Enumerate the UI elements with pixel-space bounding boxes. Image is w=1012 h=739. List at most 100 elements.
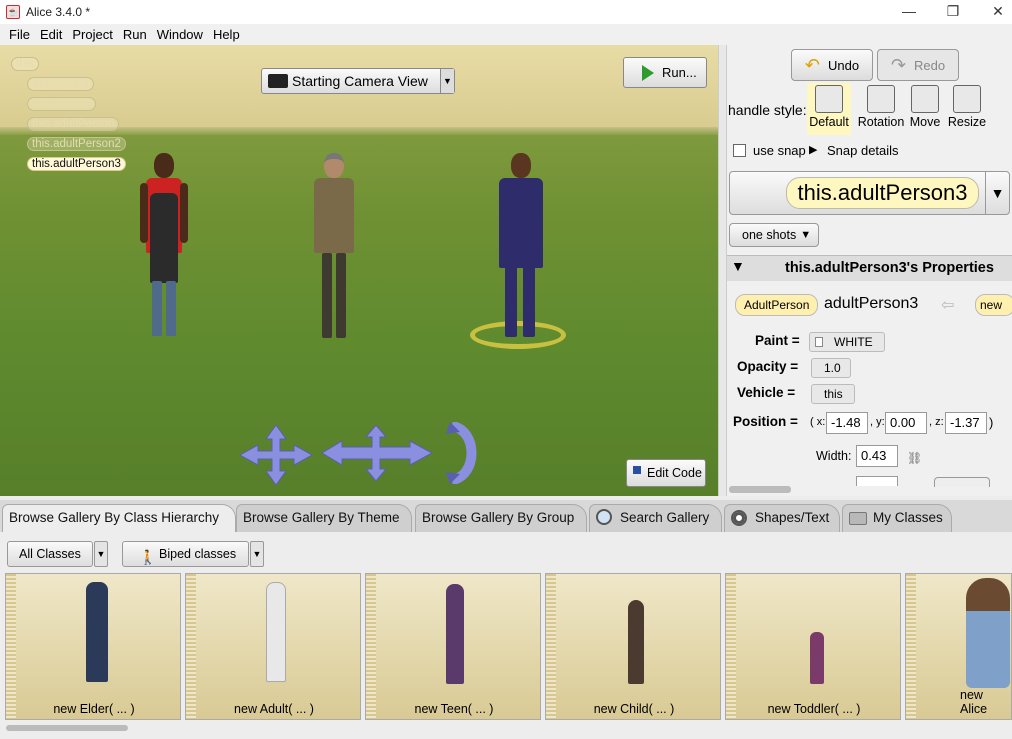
undo-button[interactable]: ↶ Undo bbox=[791, 49, 873, 81]
selected-object-select[interactable]: this.adultPerson3 ▼ bbox=[729, 171, 1010, 215]
collapse-triangle-icon: ▼ bbox=[731, 258, 745, 274]
gallery-hscrollbar[interactable] bbox=[6, 725, 128, 731]
paint-value-tile[interactable]: WHITE bbox=[809, 332, 885, 352]
menu-run[interactable]: Run bbox=[118, 27, 152, 42]
alice-window: ☕ Alice 3.4.0 * — ❐ ✕ File Edit Project … bbox=[0, 0, 1012, 739]
rotation-handle-icon bbox=[867, 85, 895, 113]
handle-style-label: handle style: bbox=[728, 102, 807, 118]
run-button[interactable]: Run... bbox=[623, 57, 707, 88]
properties-hscrollbar[interactable] bbox=[729, 486, 791, 493]
close-button[interactable]: ✕ bbox=[975, 0, 1012, 24]
expand-triangle-icon[interactable]: ▶ bbox=[809, 143, 817, 156]
tab-search-gallery[interactable]: Search Gallery bbox=[589, 504, 722, 532]
adult-person3-figure[interactable] bbox=[495, 153, 547, 343]
play-icon bbox=[642, 64, 654, 81]
gallery-card-alice[interactable]: new Alice bbox=[905, 573, 1012, 720]
edit-code-button[interactable]: Edit Code bbox=[626, 459, 706, 487]
split-pane-divider[interactable] bbox=[718, 45, 727, 496]
pos-suffix: ) bbox=[989, 415, 994, 430]
search-icon bbox=[596, 509, 612, 525]
menu-bar: File Edit Project Run Window Help bbox=[0, 24, 1012, 45]
move-horizontal-handle-icon[interactable] bbox=[236, 424, 316, 486]
properties-header[interactable]: ▼ this.adultPerson3's Properties bbox=[727, 255, 1012, 281]
scene-tree-ground[interactable]: this.ground bbox=[27, 77, 94, 91]
adult-person-figure[interactable] bbox=[138, 153, 198, 343]
width-field[interactable]: 0.43 bbox=[856, 445, 898, 467]
maximize-button[interactable]: ❐ bbox=[930, 0, 976, 24]
opacity-value-tile[interactable]: 1.0 bbox=[811, 358, 851, 378]
gallery-panel: Browse Gallery By Class Hierarchy Browse… bbox=[0, 496, 1012, 739]
tab-class-hierarchy[interactable]: Browse Gallery By Class Hierarchy bbox=[2, 504, 236, 532]
all-classes-select[interactable]: All Classes ▼ bbox=[7, 541, 108, 567]
position-label: Position = bbox=[733, 414, 798, 429]
pos-x-prefix: ( x: bbox=[810, 416, 826, 428]
shape-icon bbox=[731, 510, 747, 526]
handle-style-move-label: Move bbox=[909, 115, 941, 129]
elder-thumbnail bbox=[86, 582, 108, 682]
gallery-card-elder[interactable]: new Elder( ... ) bbox=[5, 573, 181, 720]
scene-tree-adultperson3[interactable]: this.adultPerson3 bbox=[27, 157, 126, 171]
new-tile[interactable]: new bbox=[975, 294, 1012, 316]
adult-person2-figure[interactable] bbox=[310, 153, 360, 343]
menu-edit[interactable]: Edit bbox=[35, 27, 67, 42]
chevron-down-icon: ▼ bbox=[440, 69, 454, 93]
biped-classes-select[interactable]: 🚶 Biped classes ▼ bbox=[122, 541, 264, 567]
gallery-card-teen[interactable]: new Teen( ... ) bbox=[365, 573, 541, 720]
object-name: adultPerson3 bbox=[824, 295, 919, 312]
scene-tree-camera[interactable]: this.camera bbox=[27, 97, 97, 111]
gallery-card-adult[interactable]: new Adult( ... ) bbox=[185, 573, 361, 720]
handle-style-resize-label: Resize bbox=[947, 115, 987, 129]
position-z-field[interactable]: -1.37 bbox=[945, 412, 987, 434]
width-label: Width: bbox=[816, 449, 852, 463]
pos-z-prefix: , z: bbox=[929, 416, 944, 428]
class-tile[interactable]: AdultPerson bbox=[735, 294, 819, 316]
minimize-button[interactable]: — bbox=[886, 0, 932, 24]
link-icon[interactable]: ⛓ bbox=[907, 451, 922, 465]
child-thumbnail bbox=[628, 600, 644, 684]
snap-details-label[interactable]: Snap details bbox=[827, 143, 899, 158]
position-x-field[interactable]: -1.48 bbox=[826, 412, 868, 434]
scene-tree-this[interactable]: this bbox=[11, 57, 39, 71]
handle-style-default[interactable]: Default bbox=[807, 83, 851, 135]
redo-button[interactable]: ↷ Redo bbox=[877, 49, 959, 81]
gallery-card-toddler[interactable]: new Toddler( ... ) bbox=[725, 573, 901, 720]
vehicle-label: Vehicle = bbox=[737, 385, 796, 400]
tab-shapes-text[interactable]: Shapes/Text bbox=[724, 504, 840, 532]
tab-theme[interactable]: Browse Gallery By Theme bbox=[236, 504, 412, 532]
chevron-down-icon: ▼ bbox=[94, 541, 108, 567]
menu-file[interactable]: File bbox=[4, 27, 35, 42]
move-handle-icon bbox=[911, 85, 939, 113]
height-field[interactable] bbox=[856, 476, 898, 486]
scene-view[interactable]: this this.ground this.camera this.adultP… bbox=[0, 45, 718, 496]
tab-my-classes[interactable]: My Classes bbox=[842, 504, 952, 532]
menu-project[interactable]: Project bbox=[67, 27, 117, 42]
gallery-card-label: new Child( ... ) bbox=[593, 702, 675, 716]
one-shots-button[interactable]: one shots ▼ bbox=[729, 223, 819, 247]
use-snap-checkbox[interactable] bbox=[733, 144, 746, 157]
all-classes-label: All Classes bbox=[19, 547, 81, 561]
handle-style-move[interactable]: Move bbox=[903, 83, 947, 135]
gallery-card-child[interactable]: new Child( ... ) bbox=[545, 573, 721, 720]
scene-tree-adultperson2[interactable]: this.adultPerson2 bbox=[27, 137, 126, 151]
handle-style-rotation[interactable]: Rotation bbox=[857, 83, 905, 135]
menu-window[interactable]: Window bbox=[152, 27, 208, 42]
reset-size-button[interactable] bbox=[934, 477, 990, 487]
left-arrow-icon: ⇦ bbox=[941, 297, 955, 314]
tab-shapes-text-label: Shapes/Text bbox=[755, 510, 830, 525]
scene-tree-adultperson[interactable]: this.adultPerson bbox=[27, 117, 120, 131]
properties-panel: ↶ Undo ↷ Redo handle style: Default Rota… bbox=[727, 45, 1012, 496]
camera-view-select[interactable]: Starting Camera View ▼ bbox=[261, 68, 455, 94]
handle-style-rotation-label: Rotation bbox=[857, 115, 905, 129]
move-vertical-handle-icon[interactable] bbox=[320, 424, 434, 482]
menu-help[interactable]: Help bbox=[208, 27, 245, 42]
redo-label: Redo bbox=[914, 57, 946, 73]
rotate-handle-icon[interactable] bbox=[444, 421, 478, 485]
person-icon: 🚶 bbox=[139, 549, 157, 565]
tab-group[interactable]: Browse Gallery By Group bbox=[415, 504, 587, 532]
position-y-field[interactable]: 0.00 bbox=[885, 412, 927, 434]
toddler-thumbnail bbox=[810, 632, 824, 684]
handle-style-default-label: Default bbox=[809, 115, 849, 129]
handle-style-resize[interactable]: Resize bbox=[945, 83, 989, 135]
title-bar: ☕ Alice 3.4.0 * — ❐ ✕ bbox=[0, 0, 1012, 24]
vehicle-value-tile[interactable]: this bbox=[811, 384, 855, 404]
